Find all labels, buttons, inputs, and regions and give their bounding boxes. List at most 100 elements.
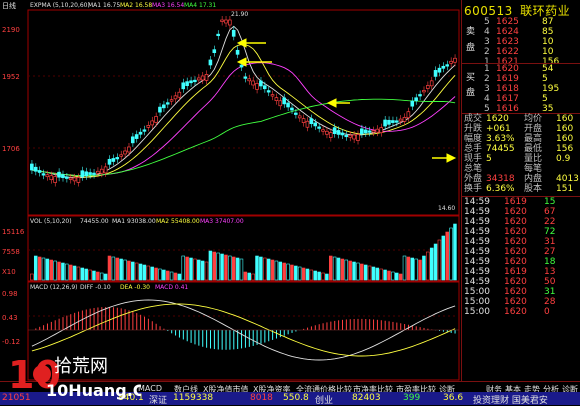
candle-body [150, 120, 154, 126]
ma-line-3 [31, 62, 456, 176]
candle-body [301, 118, 306, 123]
stat-label: 换手 [464, 184, 483, 194]
volume-bar [103, 273, 108, 281]
candle-body [360, 128, 364, 135]
candle-body [173, 95, 178, 100]
candle-body [453, 57, 457, 63]
price-axis-mid: 1952 [2, 73, 20, 81]
stat-value-2: 160 [556, 124, 574, 134]
volume-bar [107, 255, 112, 281]
stat-label: 外盘 [464, 174, 483, 184]
volume-bar [278, 261, 283, 281]
candle-body [224, 19, 228, 24]
volume-bar [76, 266, 81, 281]
volume-bar [321, 272, 325, 281]
volume-bar [80, 267, 85, 281]
volume-bar [367, 265, 372, 281]
volume-bar [88, 269, 92, 281]
candle-body [134, 134, 139, 139]
volume-bar [162, 269, 166, 281]
bid-row-price[interactable]: 1618 [496, 84, 519, 94]
volume-bar [429, 247, 434, 281]
volume-bar [72, 265, 77, 281]
trade-price: 1620 [504, 237, 527, 247]
volume-bar [379, 268, 383, 281]
candle-body [243, 76, 248, 79]
volume-bar [336, 257, 341, 281]
kline-chart-area[interactable]: 日线 EXPMA (5,10,20,60) MA1 16.75 MA2 16.58… [0, 0, 460, 381]
bid-row-price[interactable]: 1619 [496, 74, 519, 84]
candle-body [348, 134, 352, 138]
bid-row-price[interactable]: 1617 [496, 94, 519, 104]
bid-row-volume: 5 [542, 94, 548, 104]
volume-bar [33, 255, 38, 281]
high-annotation: 21.90 [231, 11, 248, 18]
candle-body [437, 67, 442, 73]
stat-label: 总笔 [464, 164, 483, 174]
macd-axis-mid: 0.43 [2, 314, 18, 322]
candle-body [30, 163, 34, 171]
price-axis-low: 1706 [2, 145, 20, 153]
volume-bar [426, 251, 430, 281]
volume-axis-mid: 7558 [2, 248, 20, 256]
candle-body [200, 75, 205, 81]
volume-bar [445, 231, 449, 281]
volume-bar [165, 270, 170, 281]
stat-value: 3.63% [486, 134, 515, 144]
ask-row-price[interactable]: 1623 [496, 37, 519, 47]
volume-bar [286, 263, 290, 281]
candle-body [433, 70, 438, 77]
candle-body [262, 85, 267, 90]
volume-bar [243, 271, 248, 281]
candle-body [130, 136, 135, 144]
watermark-site: 拾荒网 [54, 356, 108, 377]
stat-label: 成交 [464, 114, 483, 124]
status-index3-change: 550.8 [283, 393, 309, 403]
ma-legend-2: MA2 16.58 [120, 2, 152, 9]
trade-price: 1620 [504, 307, 527, 317]
volume-ma3: MA3 37407.00 [200, 218, 244, 225]
candle-body [189, 80, 193, 84]
volume-bar [138, 263, 143, 281]
volume-bar [282, 262, 286, 281]
candle-body [123, 150, 127, 155]
candle-body [142, 129, 147, 132]
volume-bar [84, 268, 88, 281]
candle-body [158, 106, 162, 113]
volume-bar [134, 262, 139, 281]
candle-body [53, 176, 57, 183]
quote-panel: 600513 联环药业 卖盘买盘 5 1625 87 4 1624 85 3 1623 10 2 16… [461, 0, 580, 381]
candle-body [99, 168, 104, 174]
bid-row-price[interactable]: 1620 [496, 64, 519, 74]
ask-row-price[interactable]: 1624 [496, 27, 519, 37]
chart-svg[interactable]: 日线 EXPMA (5,10,20,60) MA1 16.75 MA2 16.58… [0, 0, 460, 381]
stat-label: 总手 [464, 144, 483, 154]
candle-body [107, 158, 112, 165]
volume-bar [317, 271, 321, 281]
ask-row-level: 3 [484, 37, 490, 47]
volume-bar [398, 273, 403, 281]
trade-volume: 50 [544, 277, 556, 287]
candle-body [344, 134, 349, 138]
stat-value: 74455 [486, 144, 515, 154]
volume-ma2: MA2 55408.00 [156, 218, 200, 225]
candle-body [239, 64, 244, 68]
status-index3: 8018 [250, 393, 273, 403]
candle-body [49, 175, 54, 181]
ask-row-price[interactable]: 1625 [496, 17, 519, 27]
stat-label-2: 内盘 [524, 174, 543, 184]
macd-title: MACD (12,26,9) [30, 284, 77, 291]
bid-side-label-2: 盘 [466, 88, 476, 98]
trade-volume: 0 [544, 307, 550, 317]
volume-axis-top: 15116 [2, 228, 25, 236]
candle-body [278, 100, 283, 107]
status-index5: 399 [403, 393, 421, 403]
ask-row-price[interactable]: 1622 [496, 47, 519, 57]
trade-time: 14:59 [464, 277, 490, 287]
volume-bar [208, 250, 213, 281]
stat-value-2: 156 [556, 144, 574, 154]
candle-body [449, 60, 453, 64]
volume-ma1: MA1 93038.00 [112, 218, 156, 225]
stat-label-2: 每笔 [524, 164, 543, 174]
candle-body [103, 166, 108, 174]
